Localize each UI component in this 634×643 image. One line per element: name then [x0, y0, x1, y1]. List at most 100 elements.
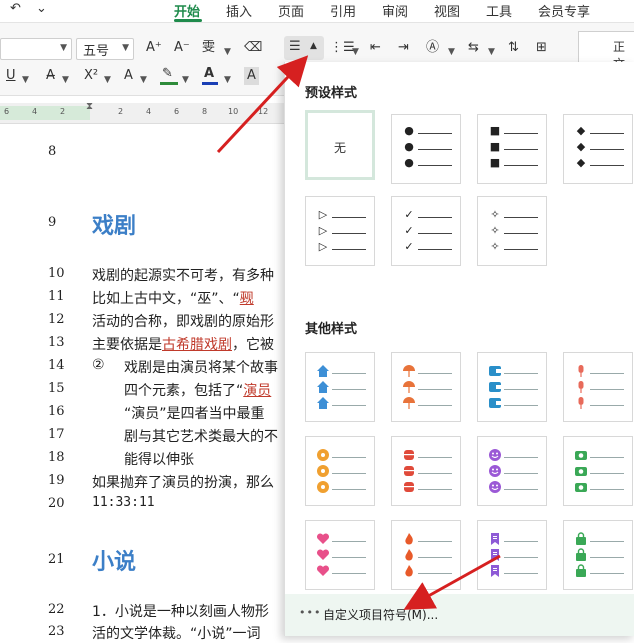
custom-bullet-label[interactable]: 自定义项目符号(M)...: [323, 606, 438, 623]
line-number: 20: [48, 496, 65, 511]
text-direction-icon[interactable]: Ⓐ: [426, 39, 439, 57]
bullet-style-flower[interactable]: [305, 436, 375, 506]
line-number: 23: [48, 624, 65, 639]
bullet-style-microphone[interactable]: [563, 352, 633, 422]
diamond-bullet-icon: ◆: [576, 124, 586, 137]
text-effect-button[interactable]: A: [124, 67, 133, 85]
paragraph-line: 活的文学体裁。“小说”一词: [92, 626, 261, 642]
font-color-button[interactable]: A: [204, 65, 214, 83]
paragraph-line: 能得以伸张: [124, 452, 194, 468]
bullet-style-flame[interactable]: [391, 520, 461, 590]
ruler-tick: 4: [32, 107, 38, 116]
more-dots-icon: •••: [299, 606, 322, 619]
underline-button[interactable]: U: [6, 67, 16, 85]
bullet-style-umbrella[interactable]: [391, 352, 461, 422]
timestamp-text: 11:33:11: [92, 495, 155, 510]
chevron-down-icon[interactable]: ▼: [62, 71, 69, 89]
bullet-preset-none[interactable]: 无: [305, 110, 375, 180]
ruler-tick: 6: [4, 107, 10, 116]
undo-icon[interactable]: ↶: [10, 1, 21, 16]
font-name-combo[interactable]: ▼: [0, 38, 72, 60]
bullet-style-smiley[interactable]: [477, 436, 547, 506]
tab-membership[interactable]: 会员专享: [538, 1, 590, 20]
font-color-swatch: [202, 82, 218, 85]
star-bullet-icon: ✧: [490, 240, 500, 253]
chevron-down-icon[interactable]: ▼: [224, 43, 231, 61]
highlight-pen-icon[interactable]: ✎: [162, 65, 173, 83]
clear-format-button[interactable]: ⌫: [244, 39, 262, 57]
chevron-down-icon[interactable]: ▼: [488, 43, 495, 61]
bullet-style-shopping-bag[interactable]: [563, 520, 633, 590]
tab-view[interactable]: 视图: [434, 1, 460, 20]
show-marks-icon[interactable]: ⊞: [536, 39, 547, 57]
star-bullet-icon: ✧: [490, 208, 500, 221]
superscript-button[interactable]: X²: [84, 67, 98, 85]
line-number: 21: [48, 552, 65, 567]
disc-bullet-icon: ●: [404, 124, 414, 137]
ruler: 6 4 2 2 4 6 8 10 12 ⧗: [0, 101, 290, 124]
line-number: 8: [48, 144, 57, 159]
ruler-tick: 2: [118, 107, 124, 116]
bullet-preset-square[interactable]: ■ ■ ■: [477, 114, 547, 184]
bullet-style-camera[interactable]: [563, 436, 633, 506]
ruler-tick: 4: [146, 107, 152, 116]
dropdown-chevron-icon[interactable]: ⌄: [36, 1, 47, 16]
custom-bullet-footer[interactable]: ••• 自定义项目符号(M)...: [285, 594, 634, 636]
font-size-combo[interactable]: 五号 ▼: [76, 38, 134, 60]
bullet-style-drum[interactable]: [391, 436, 461, 506]
bullet-style-wallet[interactable]: [477, 352, 547, 422]
tab-tools[interactable]: 工具: [486, 1, 512, 20]
shrink-font-button[interactable]: A⁻: [174, 39, 190, 57]
square-bullet-icon: ■: [489, 140, 501, 153]
phonetic-guide-button[interactable]: 雯: [202, 39, 215, 57]
chevron-down-icon[interactable]: ▼: [182, 71, 189, 89]
decrease-indent-icon[interactable]: ⇤: [370, 39, 381, 57]
tab-review[interactable]: 审阅: [382, 1, 408, 20]
increase-indent-icon[interactable]: ⇥: [398, 39, 409, 57]
bullet-list-button[interactable]: ☰ ▲: [284, 36, 324, 60]
bullet-style-bookmark[interactable]: [477, 520, 547, 590]
paragraph-line: 如果抛弃了演员的扮演，那么: [92, 475, 274, 491]
line-number: 18: [48, 450, 65, 465]
line-spacing-icon[interactable]: ⇆: [468, 39, 479, 57]
strikethrough-button[interactable]: A̶: [46, 67, 55, 85]
bullet-preset-diamond[interactable]: ◆ ◆ ◆: [563, 114, 633, 184]
bullet-style-house[interactable]: [305, 352, 375, 422]
bullet-preset-arrow[interactable]: ▷ ▷ ▷: [305, 196, 375, 266]
chevron-down-icon[interactable]: ▼: [22, 71, 29, 89]
bullet-style-heart[interactable]: [305, 520, 375, 590]
bullet-preset-check[interactable]: ✓ ✓ ✓: [391, 196, 461, 266]
inline-link[interactable]: 演员: [243, 383, 271, 399]
heading-drama: 戏剧: [92, 214, 137, 239]
numbered-list-icon[interactable]: ⋮☰: [330, 39, 355, 57]
tab-insert[interactable]: 插入: [226, 1, 252, 20]
grow-font-button[interactable]: A⁺: [146, 39, 162, 57]
bullet-preset-disc[interactable]: ● ● ●: [391, 114, 461, 184]
bullet-style-dropdown: 预设样式 无 ● ● ● ■ ■ ■ ◆ ◆ ◆ ▷ ▷ ▷ ✓ ✓ ✓ ✧ ✧…: [284, 62, 634, 636]
char-shading-button[interactable]: A: [244, 67, 259, 85]
line-number: 15: [48, 381, 65, 396]
ruler-margin: [0, 106, 90, 120]
chevron-down-icon[interactable]: ▼: [224, 71, 231, 89]
diamond-bullet-icon: ◆: [576, 140, 586, 153]
ruler-tick: 2: [60, 107, 66, 116]
bullet-preset-star[interactable]: ✧ ✧ ✧: [477, 196, 547, 266]
sort-icon[interactable]: ⇅: [508, 39, 519, 57]
ribbon-tab-bar: ↶ ⌄ 开始 插入 页面 引用 审阅 视图 工具 会员专享: [0, 0, 634, 23]
tab-home[interactable]: 开始: [174, 1, 200, 20]
paragraph-line: 戏剧的起源实不可考，有多种: [92, 268, 274, 284]
chevron-down-icon[interactable]: ▼: [448, 43, 455, 61]
inline-link[interactable]: 古希腊戏剧: [162, 337, 232, 353]
check-bullet-icon: ✓: [404, 240, 414, 253]
list-marker: ②: [92, 357, 105, 373]
line-number: 14: [48, 358, 65, 373]
document-page[interactable]: 8 9 戏剧 10 戏剧的起源实不可考，有多种 11 比如上古中文，“巫”、“觋…: [0, 124, 290, 642]
inline-link[interactable]: 觋: [240, 291, 254, 307]
chevron-down-icon[interactable]: ▼: [352, 43, 359, 61]
tab-references[interactable]: 引用: [330, 1, 356, 20]
tab-page[interactable]: 页面: [278, 1, 304, 20]
square-bullet-icon: ■: [489, 124, 501, 137]
chevron-down-icon[interactable]: ▼: [104, 71, 111, 89]
indent-marker-icon[interactable]: ⧗: [86, 101, 93, 112]
chevron-down-icon[interactable]: ▼: [140, 71, 147, 89]
